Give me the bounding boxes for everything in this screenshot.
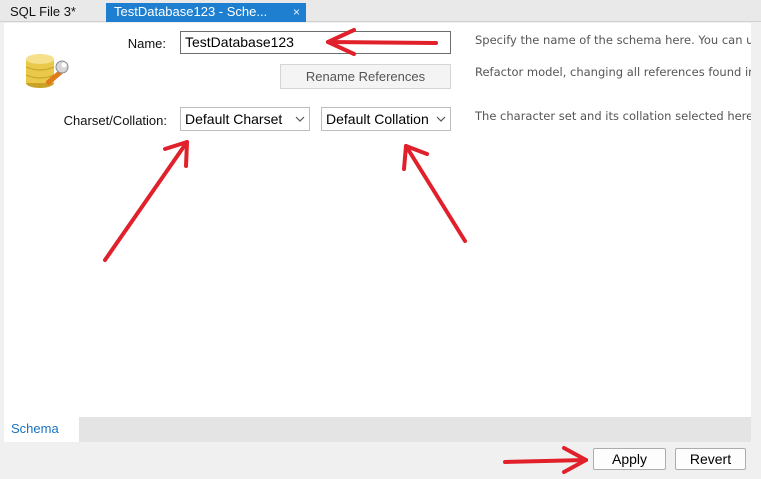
revert-button[interactable]: Revert [675,448,746,470]
tab-schema-testdatabase123[interactable]: TestDatabase123 - Sche... × [106,3,306,22]
editor-tab-bar: SQL File 3* TestDatabase123 - Sche... × [0,0,761,22]
editor-bottom-tabs: Schema [4,417,751,442]
apply-button[interactable]: Apply [593,448,666,470]
database-wrench-icon [25,54,69,88]
collation-select[interactable]: Default Collation [321,107,451,131]
chevron-down-icon [436,116,446,122]
schema-editor-window: SQL File 3* TestDatabase123 - Sche... × … [0,0,761,479]
name-label: Name: [127,36,166,51]
schema-editor-panel: Name: TestDatabase123 Rename References … [4,23,751,417]
collation-value: Default Collation [326,111,429,127]
panel-right-edge [751,22,761,442]
tab-label: TestDatabase123 - Sche... [114,4,268,19]
charset-collation-label: Charset/Collation: [63,113,167,128]
action-button-row: Apply Revert [0,442,761,479]
rename-references-button[interactable]: Rename References [280,64,451,89]
tab-sql-file-3[interactable]: SQL File 3* [4,3,102,22]
charset-value: Default Charset [185,111,283,127]
rename-hint-text: Refactor model, changing all references … [475,65,751,79]
schema-name-input[interactable]: TestDatabase123 [180,31,451,54]
chevron-down-icon [295,116,305,122]
charset-select[interactable]: Default Charset [180,107,310,131]
name-hint-text: Specify the name of the schema here. You… [475,33,751,47]
charset-hint-text: The character set and its collation sele… [475,109,751,123]
close-icon[interactable]: × [293,3,300,21]
tab-schema[interactable]: Schema [4,417,79,442]
